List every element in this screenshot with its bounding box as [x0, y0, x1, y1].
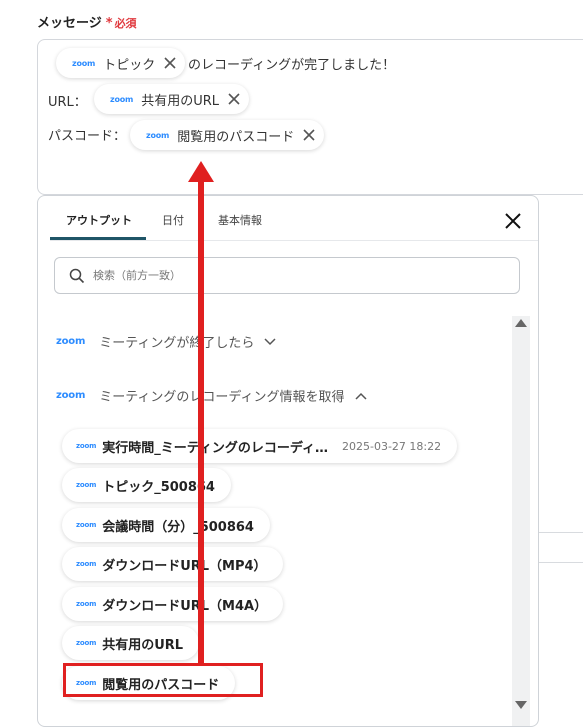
divider [537, 562, 583, 563]
token-topic[interactable]: zoom トピック [56, 48, 186, 78]
zoom-logo-icon: zoom [56, 390, 86, 401]
zoom-logo-icon: zoom [76, 560, 97, 568]
output-item-download-mp4[interactable]: zoom ダウンロードURL（MP4） [62, 547, 283, 581]
output-label: 会議時間（分）_500864 [102, 519, 254, 535]
token-label: 閲覧用のパスコード [177, 129, 295, 145]
tab-bar: アウトプット 日付 基本情報 [50, 196, 538, 241]
token-label: トピック [103, 57, 156, 73]
search-box[interactable] [54, 257, 520, 294]
message-text-passcode-label: パスコード： [48, 129, 127, 144]
output-picker-panel: アウトプット 日付 基本情報 zoom ミーティングが終了したら zoom ミー… [37, 195, 539, 727]
remove-token-icon[interactable] [302, 128, 316, 142]
output-item-topic[interactable]: zoom トピック_500864 [62, 468, 231, 502]
active-tab-indicator [50, 237, 146, 240]
output-label: 共有用のURL [102, 637, 184, 653]
output-label: ダウンロードURL（M4A） [102, 598, 268, 614]
output-label: ダウンロードURL（MP4） [102, 558, 267, 574]
section-meeting-ended[interactable]: zoom ミーティングが終了したら [56, 332, 276, 351]
required-mark: * [105, 16, 113, 31]
zoom-logo-icon: zoom [76, 442, 97, 450]
token-share-url[interactable]: zoom 共有用のURL [94, 84, 249, 114]
zoom-logo-icon: zoom [76, 600, 97, 608]
search-input[interactable] [91, 268, 475, 283]
search-icon [69, 268, 85, 283]
output-item-download-m4a[interactable]: zoom ダウンロードURL（M4A） [62, 587, 284, 621]
section-label: ミーティングが終了したら [99, 336, 255, 351]
zoom-logo-icon: zoom [76, 481, 97, 489]
section-recording-info[interactable]: zoom ミーティングのレコーディング情報を取得 [56, 386, 367, 405]
output-label: 実行時間_ミーティングのレコーディ… [102, 440, 328, 456]
zoom-logo-icon: zoom [110, 94, 134, 104]
required-text: 必須 [114, 17, 137, 30]
zoom-logo-icon: zoom [56, 336, 86, 347]
output-item-share-url[interactable]: zoom 共有用のURL [62, 626, 200, 660]
message-editor[interactable]: zoom トピック のレコーディングが完了しました！ URL： zoom 共有用… [37, 39, 583, 195]
token-label: 共有用のURL [141, 93, 219, 109]
zoom-logo-icon: zoom [76, 639, 97, 647]
remove-token-icon[interactable] [163, 56, 177, 70]
output-value: 2025-03-27 18:22 [342, 439, 442, 453]
zoom-logo-icon: zoom [72, 58, 96, 68]
field-label-text: メッセージ [37, 16, 102, 31]
close-icon[interactable] [504, 212, 522, 230]
divider [537, 532, 583, 533]
remove-token-icon[interactable] [227, 92, 241, 106]
zoom-logo-icon: zoom [76, 521, 97, 529]
message-text-line1: のレコーディングが完了しました！ [188, 58, 396, 73]
chevron-down-icon [264, 337, 276, 345]
message-field-label: メッセージ * 必須 [37, 12, 137, 31]
scrollbar[interactable] [512, 316, 530, 726]
output-item-exec-time[interactable]: zoom 実行時間_ミーティングのレコーディ… 2025-03-27 18:22 [62, 429, 458, 463]
chevron-up-icon [354, 392, 367, 400]
tab-output[interactable]: アウトプット [66, 212, 132, 228]
annotation-highlight-box [63, 663, 263, 697]
message-text-url-label: URL： [48, 95, 87, 110]
token-view-passcode[interactable]: zoom 閲覧用のパスコード [130, 120, 325, 150]
zoom-logo-icon: zoom [146, 130, 170, 140]
output-label: トピック_500864 [102, 479, 215, 495]
tab-date[interactable]: 日付 [162, 212, 184, 228]
output-item-duration[interactable]: zoom 会議時間（分）_500864 [62, 508, 270, 542]
section-label: ミーティングのレコーディング情報を取得 [99, 390, 345, 405]
scroll-up-icon[interactable] [514, 318, 528, 328]
tab-basic-info[interactable]: 基本情報 [218, 212, 262, 228]
